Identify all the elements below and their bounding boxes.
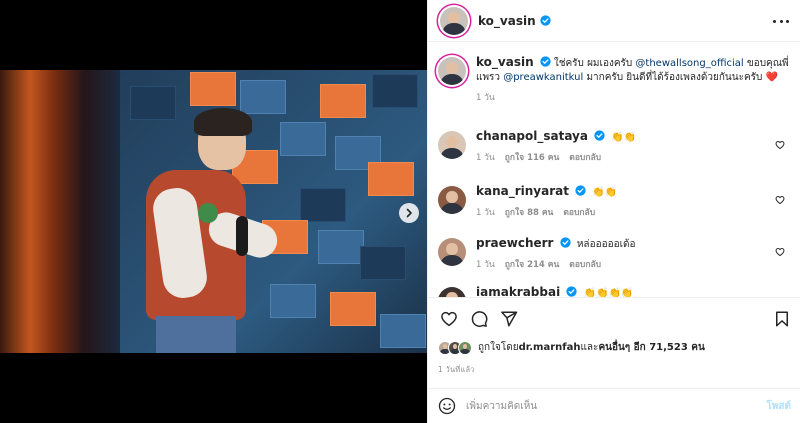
bg-tile (190, 72, 236, 106)
comment-age[interactable]: 1 วัน (476, 206, 495, 220)
likes-others-link[interactable]: คนอื่นๆ อีก 71,523 คน (598, 340, 704, 355)
like-comment-heart-icon[interactable] (775, 195, 785, 205)
comment-text: 👏👏 (611, 132, 637, 143)
comment-text: 👏👏👏👏 (583, 288, 634, 297)
post-media (0, 0, 427, 423)
caption-meta: 1 วัน (476, 91, 793, 105)
emoji-icon[interactable] (438, 397, 456, 415)
reply-button[interactable]: ตอบกลับ (563, 206, 595, 220)
like-comment-heart-icon[interactable] (775, 247, 785, 257)
chevron-right-icon (406, 208, 412, 218)
comment-composer: เพิ่มความคิดเห็น โพสต์ (428, 388, 800, 423)
likes-prefix: ถูกใจโดย (478, 342, 519, 353)
post-side-panel: ko_vasin ko_vasin ใช่ครับ ผมเองครับ @the… (427, 0, 800, 423)
more-dot-icon (773, 19, 776, 23)
heart-icon[interactable] (440, 310, 458, 328)
comment-input[interactable]: เพิ่มความคิดเห็น (466, 399, 766, 414)
commenter-avatar[interactable] (438, 238, 466, 266)
caption-username[interactable]: ko_vasin (476, 55, 534, 69)
stage-light (0, 70, 120, 353)
liker-username[interactable]: dr.marnfah (519, 342, 581, 353)
bg-tile (300, 188, 346, 222)
post-timestamp[interactable]: 1 วันที่แล้ว (438, 364, 475, 376)
commenter-username[interactable]: chanapol_sataya (476, 129, 588, 143)
verified-icon (539, 15, 551, 26)
bg-tile (380, 314, 426, 348)
save-bookmark-icon[interactable] (773, 310, 791, 328)
verified-icon (566, 286, 578, 297)
comments-list: ko_vasin ใช่ครับ ผมเองครับ @thewallsong_… (428, 43, 800, 297)
bg-tile (320, 84, 366, 118)
commenter-avatar[interactable] (438, 186, 466, 214)
caption-text-part: มากครับ ยินดีที่ได้ร้องเพลงด้วยกันนะครับ (583, 72, 766, 83)
comment-likes-count[interactable]: ถูกใจ 214 คน (505, 258, 560, 272)
more-dot-icon (786, 19, 789, 23)
verified-icon (575, 185, 586, 196)
liker-avatars (438, 340, 472, 355)
action-bar (428, 297, 800, 337)
share-icon[interactable] (500, 310, 518, 328)
reply-button[interactable]: ตอบกลับ (569, 151, 601, 165)
commenter-username[interactable]: praewcherr (476, 236, 553, 250)
bg-tile (318, 230, 364, 264)
bg-tile (280, 122, 326, 156)
likes-mid: และ (580, 342, 599, 353)
bg-tile (330, 292, 376, 326)
comment-likes-count[interactable]: ถูกใจ 116 คน (505, 151, 560, 165)
bg-tile (360, 246, 406, 280)
commenter-username[interactable]: kana_rinyarat (476, 184, 569, 198)
comment-text: หล่อออออเด้อ (576, 239, 636, 250)
more-dot-icon (779, 19, 783, 23)
more-options-button[interactable] (773, 14, 789, 28)
verified-icon (594, 130, 605, 141)
like-comment-heart-icon[interactable] (775, 140, 785, 150)
commenter-avatar[interactable] (438, 131, 466, 159)
commenter-username[interactable]: iamakrabbai (476, 285, 560, 297)
comment-age[interactable]: 1 วัน (476, 151, 495, 165)
comment-age[interactable]: 1 วัน (476, 258, 495, 272)
post-header: ko_vasin (428, 0, 800, 42)
heart-emoji: ❤️ (765, 72, 778, 83)
comment-text: 👏👏 (592, 187, 618, 198)
post-comment-button[interactable]: โพสต์ (766, 399, 791, 414)
mention-link[interactable]: @thewallsong_official (635, 58, 743, 69)
author-avatar[interactable] (438, 57, 466, 85)
liker-avatar[interactable] (458, 340, 472, 355)
caption-text-part: ใช่ครับ ผมเองครับ (553, 58, 636, 69)
carousel-next-button[interactable] (399, 203, 419, 223)
comment-item: chanapol_sataya 👏👏 1 วัน ถูกใจ 116 คน ตอ… (438, 129, 793, 165)
bg-tile (372, 74, 418, 108)
comment-item: kana_rinyarat 👏👏 1 วัน ถูกใจ 88 คน ตอบกล… (438, 184, 793, 220)
comment-icon[interactable] (470, 310, 488, 328)
microphone (236, 216, 248, 256)
author-username[interactable]: ko_vasin (478, 14, 536, 28)
commenter-avatar[interactable] (438, 287, 466, 297)
comment-item: praewcherr หล่อออออเด้อ 1 วัน ถูกใจ 214 … (438, 236, 793, 272)
likes-summary: ถูกใจโดย dr.marnfah และ คนอื่นๆ อีก 71,5… (438, 340, 705, 355)
comment-likes-count[interactable]: ถูกใจ 88 คน (505, 206, 554, 220)
reply-button[interactable]: ตอบกลับ (569, 258, 601, 272)
caption-text: ko_vasin ใช่ครับ ผมเองครับ @thewallsong_… (476, 55, 793, 85)
performer (138, 108, 282, 353)
bg-tile (270, 284, 316, 318)
author-avatar[interactable] (440, 6, 468, 35)
caption-age[interactable]: 1 วัน (476, 91, 495, 105)
post-caption: ko_vasin ใช่ครับ ผมเองครับ @thewallsong_… (438, 55, 793, 105)
bg-tile (368, 162, 414, 196)
mention-link[interactable]: @preawkanitkul (503, 72, 583, 83)
post-photo[interactable] (0, 70, 427, 353)
verified-icon (540, 56, 551, 67)
comment-item: iamakrabbai 👏👏👏👏 (438, 285, 793, 297)
verified-icon (560, 237, 571, 248)
